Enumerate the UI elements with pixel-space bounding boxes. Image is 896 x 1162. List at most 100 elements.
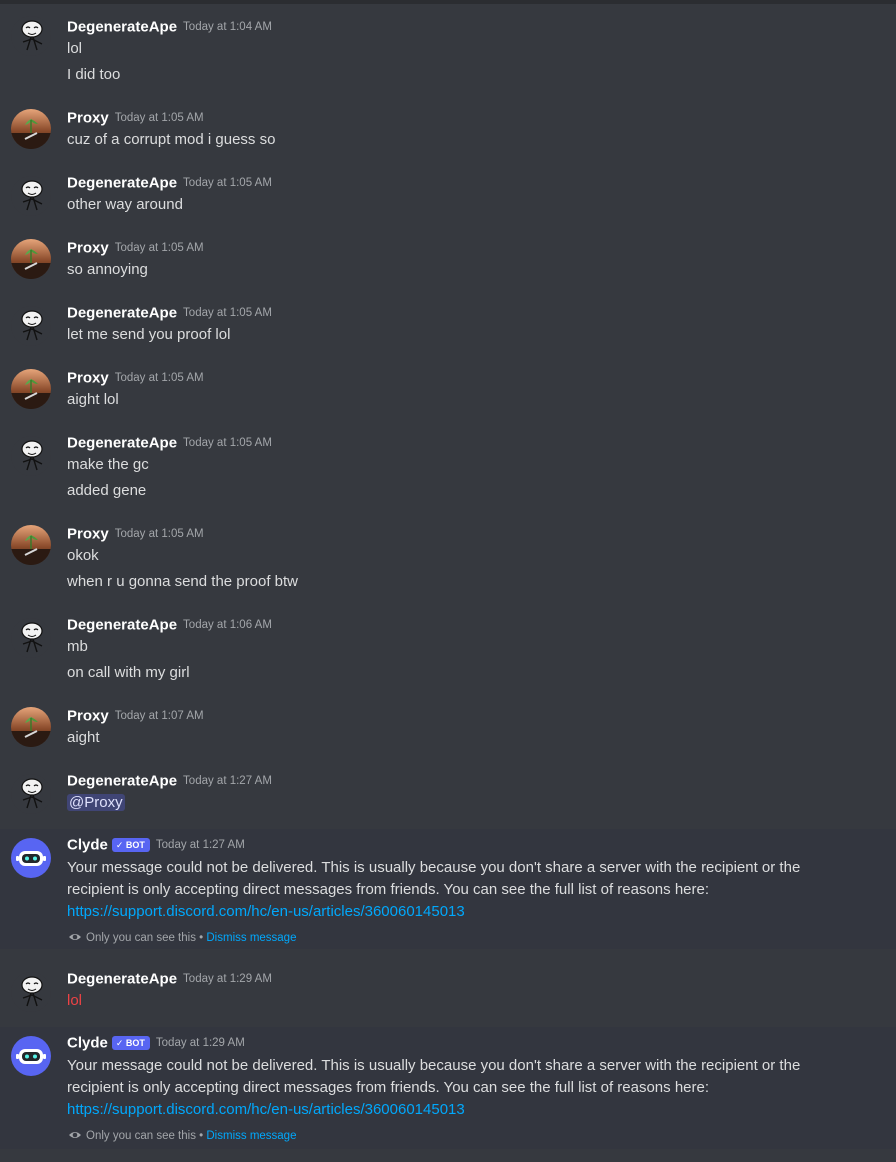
message-header: Clyde ✓ BOT Today at 1:29 AM xyxy=(67,1034,245,1056)
message-text: I did too xyxy=(67,66,121,83)
dismiss-message-link[interactable]: Dismiss message xyxy=(206,932,296,944)
proxy-avatar-icon[interactable] xyxy=(11,369,51,409)
message-header: DegenerateApe Today at 1:05 AM xyxy=(67,174,272,196)
ephemeral-note-text: Only you can see this • xyxy=(86,1130,204,1142)
username[interactable]: DegenerateApe xyxy=(67,970,177,987)
message-header: Clyde ✓ BOT Today at 1:27 AM xyxy=(67,836,245,858)
timestamp: Today at 1:04 AM xyxy=(183,20,272,33)
message-group: DegenerateApe Today at 1:04 AM lol I did … xyxy=(0,16,896,88)
ape-avatar-icon[interactable] xyxy=(11,176,51,216)
message-header: Proxy Today at 1:05 AM xyxy=(67,239,204,261)
support-link[interactable]: https://support.discord.com/hc/en-us/art… xyxy=(67,1099,465,1121)
message-header: Proxy Today at 1:05 AM xyxy=(67,109,204,131)
message-text: recipient is only accepting direct messa… xyxy=(67,1079,710,1096)
timestamp: Today at 1:05 AM xyxy=(114,527,204,540)
ape-avatar-icon[interactable] xyxy=(11,774,51,814)
proxy-avatar-icon[interactable] xyxy=(11,239,51,279)
timestamp: Today at 1:27 AM xyxy=(155,838,245,851)
ape-avatar-icon[interactable] xyxy=(11,306,51,346)
eye-icon xyxy=(69,1132,81,1138)
message-text: Your message could not be delivered. Thi… xyxy=(67,859,801,876)
username[interactable]: Proxy xyxy=(67,109,109,126)
message-group: Proxy Today at 1:05 AM okok when r u gonn… xyxy=(0,525,896,595)
message-group: DegenerateApe Today at 1:05 AM other way … xyxy=(0,174,896,218)
timestamp: Today at 1:07 AM xyxy=(114,709,204,722)
message-group: Proxy Today at 1:05 AM so annoying xyxy=(0,239,896,283)
bot-badge: ✓ BOT xyxy=(111,1035,150,1050)
message-group: Proxy Today at 1:05 AM cuz of a corrupt m… xyxy=(0,109,896,153)
username[interactable]: DegenerateApe xyxy=(67,772,177,789)
timestamp: Today at 1:27 AM xyxy=(183,774,272,787)
message-text: make the gc xyxy=(67,456,149,473)
timestamp: Today at 1:29 AM xyxy=(183,972,272,985)
ephemeral-note: Only you can see this • Dismiss message xyxy=(68,930,296,946)
message-text: Your message could not be delivered. Thi… xyxy=(67,1057,801,1074)
failed-message-text: lol xyxy=(67,992,83,1009)
username[interactable]: DegenerateApe xyxy=(67,616,177,633)
message-text: added gene xyxy=(67,482,147,499)
message-header: Proxy Today at 1:05 AM xyxy=(67,369,204,391)
message-group: DegenerateApe Today at 1:29 AM lol xyxy=(0,970,896,1014)
ape-avatar-icon[interactable] xyxy=(11,618,51,658)
user-mention[interactable]: @Proxy xyxy=(67,794,125,811)
message-text: recipient is only accepting direct messa… xyxy=(67,881,710,898)
message-text: on call with my girl xyxy=(67,664,190,681)
username[interactable]: Proxy xyxy=(67,525,109,542)
message-text: other way around xyxy=(67,196,183,213)
message-header: Proxy Today at 1:05 AM xyxy=(67,525,204,547)
message-text: lol xyxy=(67,40,83,57)
username[interactable]: Proxy xyxy=(67,707,109,724)
message-group: DegenerateApe Today at 1:05 AM make the g… xyxy=(0,434,896,504)
username[interactable]: Proxy xyxy=(67,369,109,386)
proxy-avatar-icon[interactable] xyxy=(11,525,51,565)
message-list: DegenerateApe Today at 1:04 AM lol I did … xyxy=(0,0,896,1162)
message-group: DegenerateApe Today at 1:27 AM @Proxy xyxy=(0,772,896,816)
message-group: DegenerateApe Today at 1:06 AM mb on call… xyxy=(0,616,896,686)
ephemeral-message: Clyde ✓ BOT Today at 1:29 AM Your message … xyxy=(0,1027,896,1149)
message-text: aight lol xyxy=(67,391,119,408)
username[interactable]: DegenerateApe xyxy=(67,434,177,451)
dismiss-message-link[interactable]: Dismiss message xyxy=(206,1130,296,1142)
message-text: cuz of a corrupt mod i guess so xyxy=(67,131,276,148)
message-group: Proxy Today at 1:05 AM aight lol xyxy=(0,369,896,413)
timestamp: Today at 1:05 AM xyxy=(183,306,272,319)
message-text: when r u gonna send the proof btw xyxy=(67,573,298,590)
ape-avatar-icon[interactable] xyxy=(11,436,51,476)
ephemeral-note: Only you can see this • Dismiss message xyxy=(68,1128,296,1144)
message-group: DegenerateApe Today at 1:05 AM let me sen… xyxy=(0,304,896,348)
username[interactable]: DegenerateApe xyxy=(67,18,177,35)
message-header: DegenerateApe Today at 1:29 AM xyxy=(67,970,272,992)
message-group: Proxy Today at 1:07 AM aight xyxy=(0,707,896,751)
message-text: let me send you proof lol xyxy=(67,326,231,343)
message-text: aight xyxy=(67,729,100,746)
username[interactable]: Clyde xyxy=(67,836,108,853)
timestamp: Today at 1:05 AM xyxy=(114,111,204,124)
username[interactable]: Clyde xyxy=(67,1034,108,1051)
message-text: @Proxy xyxy=(67,792,125,814)
ephemeral-message: Clyde ✓ BOT Today at 1:27 AM Your message … xyxy=(0,829,896,949)
bot-badge: ✓ BOT xyxy=(111,837,150,852)
username[interactable]: DegenerateApe xyxy=(67,174,177,191)
ephemeral-note-text: Only you can see this • xyxy=(86,932,204,944)
username[interactable]: DegenerateApe xyxy=(67,304,177,321)
proxy-avatar-icon[interactable] xyxy=(11,707,51,747)
message-header: DegenerateApe Today at 1:05 AM xyxy=(67,304,272,326)
ape-avatar-icon[interactable] xyxy=(11,16,51,56)
message-header: DegenerateApe Today at 1:06 AM xyxy=(67,616,272,638)
clyde-avatar-icon[interactable] xyxy=(11,838,51,878)
message-header: Proxy Today at 1:07 AM xyxy=(67,707,204,729)
timestamp: Today at 1:29 AM xyxy=(155,1036,245,1049)
message-header: DegenerateApe Today at 1:27 AM xyxy=(67,772,272,794)
proxy-avatar-icon[interactable] xyxy=(11,109,51,149)
timestamp: Today at 1:05 AM xyxy=(114,371,204,384)
clyde-avatar-icon[interactable] xyxy=(11,1036,51,1076)
message-text: okok xyxy=(67,547,99,564)
timestamp: Today at 1:05 AM xyxy=(183,436,272,449)
support-link[interactable]: https://support.discord.com/hc/en-us/art… xyxy=(67,901,465,923)
username[interactable]: Proxy xyxy=(67,239,109,256)
message-text: mb xyxy=(67,638,88,655)
message-header: DegenerateApe Today at 1:04 AM xyxy=(67,18,272,40)
ape-avatar-icon[interactable] xyxy=(11,972,51,1012)
message-header: DegenerateApe Today at 1:05 AM xyxy=(67,434,272,456)
timestamp: Today at 1:05 AM xyxy=(183,176,272,189)
